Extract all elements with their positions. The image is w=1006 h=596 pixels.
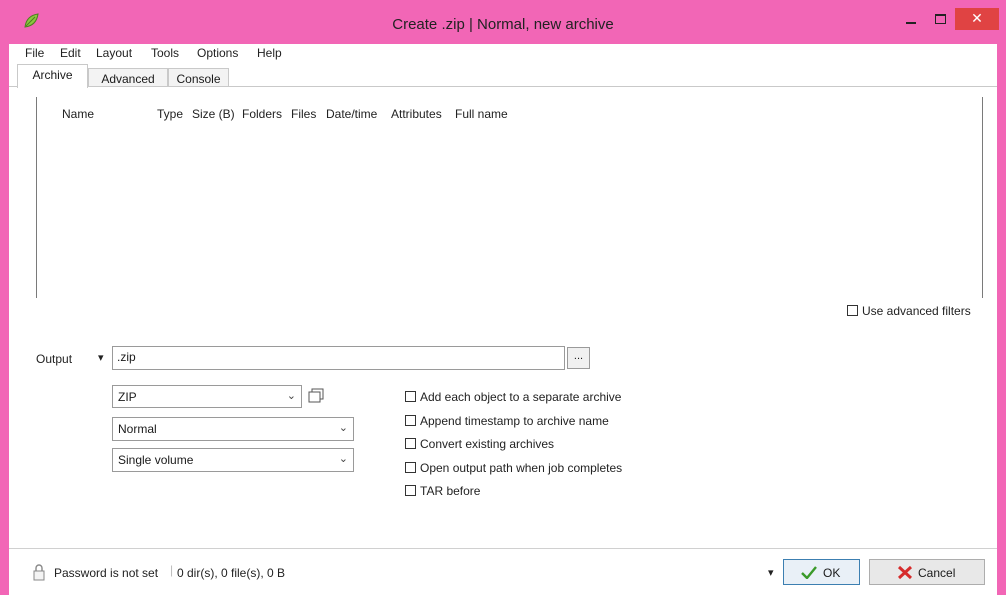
title-bar[interactable]: Create .zip | Normal, new archive ✕ <box>0 0 1006 44</box>
column-header-attributes[interactable]: Attributes <box>391 107 442 121</box>
status-separator: | <box>170 563 174 577</box>
column-header-size[interactable]: Size (B) <box>192 107 235 121</box>
window-title: Create .zip | Normal, new archive <box>392 16 614 33</box>
minimize-button[interactable] <box>897 8 925 30</box>
advanced-filters-checkbox[interactable]: Use advanced filters <box>847 303 971 318</box>
open-output-path-checkbox[interactable]: Open output path when job completes <box>405 460 622 475</box>
split-volume-select[interactable]: Single volume ⌄ <box>112 448 354 472</box>
clipboard-icon[interactable] <box>307 387 327 405</box>
checkbox-box[interactable] <box>405 485 416 497</box>
checkbox-label: TAR before <box>420 483 481 498</box>
checkbox-box[interactable] <box>405 462 416 474</box>
checkbox-label: Append timestamp to archive name <box>420 413 609 428</box>
format-select-value: ZIP <box>118 390 137 404</box>
tar-before-checkbox[interactable]: TAR before <box>405 483 480 498</box>
menu-layout[interactable]: Layout <box>96 46 132 60</box>
maximize-icon <box>934 14 946 24</box>
checkbox-label: Open output path when job completes <box>420 460 623 475</box>
tab-console[interactable]: Console <box>168 68 229 87</box>
column-header-folders[interactable]: Folders <box>242 107 282 121</box>
cancel-x-icon <box>897 565 913 580</box>
tab-advanced[interactable]: Advanced <box>88 68 168 87</box>
minimize-icon <box>906 22 916 24</box>
checkbox-label: Add each object to a separate archive <box>420 389 622 404</box>
checkbox-label: Convert existing archives <box>420 436 555 451</box>
convert-archives-checkbox[interactable]: Convert existing archives <box>405 436 554 451</box>
column-header-name[interactable]: Name <box>62 107 94 121</box>
chevron-down-icon: ⌄ <box>338 453 348 465</box>
lock-icon[interactable] <box>32 563 46 581</box>
file-list[interactable] <box>36 97 983 298</box>
maximize-button[interactable] <box>926 8 954 30</box>
column-header-type[interactable]: Type <box>157 107 183 121</box>
ok-button[interactable]: OK <box>783 559 860 585</box>
menu-tools[interactable]: Tools <box>151 46 179 60</box>
cancel-button[interactable]: Cancel <box>869 559 985 585</box>
column-header-fullname[interactable]: Full name <box>455 107 508 121</box>
split-select-value: Single volume <box>118 453 194 467</box>
password-status[interactable]: Password is not set <box>54 566 158 580</box>
checkbox-box[interactable] <box>405 438 416 450</box>
checkbox-box[interactable] <box>847 305 858 317</box>
chevron-down-icon: ⌄ <box>286 390 296 402</box>
chevron-down-icon: ⌄ <box>338 422 348 434</box>
output-path-input[interactable]: .zip <box>112 346 565 370</box>
close-button[interactable]: ✕ <box>955 8 999 30</box>
format-select[interactable]: ZIP ⌄ <box>112 385 302 408</box>
column-header-files[interactable]: Files <box>291 107 316 121</box>
menu-edit[interactable]: Edit <box>60 46 81 60</box>
append-timestamp-checkbox[interactable]: Append timestamp to archive name <box>405 413 609 428</box>
menu-bar: File Edit Layout Tools Options Help <box>9 44 997 64</box>
output-history-dropdown[interactable]: ▾ <box>98 351 104 364</box>
menu-help[interactable]: Help <box>257 46 282 60</box>
ok-label: OK <box>823 566 841 580</box>
compression-select-value: Normal <box>118 422 157 436</box>
compression-level-select[interactable]: Normal ⌄ <box>112 417 354 441</box>
checkbox-box[interactable] <box>405 391 416 403</box>
checkbox-box[interactable] <box>405 415 416 427</box>
close-icon: ✕ <box>971 10 983 26</box>
ok-options-dropdown[interactable]: ▾ <box>768 566 774 579</box>
browse-button[interactable]: ... <box>567 347 590 369</box>
separate-archive-checkbox[interactable]: Add each object to a separate archive <box>405 389 621 404</box>
tab-archive[interactable]: Archive <box>17 64 88 88</box>
menu-options[interactable]: Options <box>197 46 238 60</box>
cancel-label: Cancel <box>918 566 956 580</box>
menu-file[interactable]: File <box>25 46 44 60</box>
checkbox-label: Use advanced filters <box>862 303 971 318</box>
output-label: Output <box>36 352 73 366</box>
selection-summary: 0 dir(s), 0 file(s), 0 B <box>177 566 286 580</box>
tab-strip: Archive Advanced Console <box>9 64 997 88</box>
checkmark-icon <box>801 566 817 579</box>
column-header-datetime[interactable]: Date/time <box>326 107 377 121</box>
